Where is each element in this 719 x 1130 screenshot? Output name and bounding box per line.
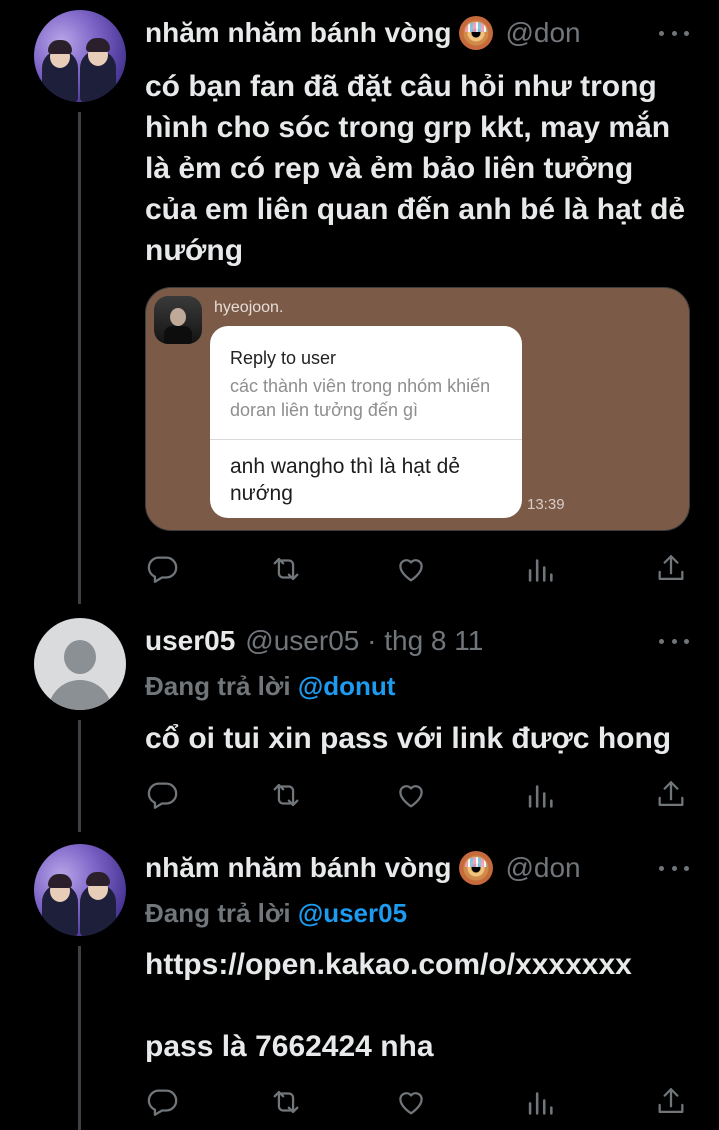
tweet-header: nhăm nhăm bánh vòng @don [145,850,689,886]
tweet-text: có bạn fan đã đặt câu hỏi như trong hình… [145,70,694,267]
replying-to: Đang trả lời @donut [145,671,395,702]
donut-emoji-icon [459,16,494,50]
more-options-icon[interactable] [659,864,689,872]
reply-title: Reply to user [230,348,337,368]
chat-sender-name: hyeojoon. [214,299,284,316]
avatar[interactable] [34,10,126,102]
chat-answer: anh wangho thì là hạt dẻ nướng [230,455,461,505]
thread-line [78,720,81,832]
tweet-1[interactable]: nhăm nhăm bánh vòng @don có bạn fan đã đ… [0,0,719,604]
chat-bubble: Reply to user các thành viên trong nhóm … [210,326,522,518]
display-name[interactable]: nhăm nhăm bánh vòng [145,17,451,49]
reply-icon[interactable] [145,778,179,812]
chat-timestamp: 13:39 [527,496,565,513]
mention-link[interactable]: @donut [298,671,396,701]
views-icon[interactable] [523,552,557,586]
views-icon[interactable] [523,1085,557,1119]
retweet-icon[interactable] [269,552,303,586]
like-icon[interactable] [394,778,428,812]
tweet-image-chat-screenshot[interactable]: hyeojoon. Reply to user các thành viên t… [145,287,690,531]
action-bar [145,1085,690,1121]
retweet-icon[interactable] [269,1085,303,1119]
tweet-2[interactable]: user05 @user05 · thg 8 11 Đang trả lời @… [0,600,719,832]
avatar[interactable] [34,618,126,710]
user-handle[interactable]: @user05 · thg 8 11 [245,625,483,657]
share-icon[interactable] [654,778,688,812]
tweet-header: nhăm nhăm bánh vòng @don [145,15,689,51]
thread-line [78,112,81,604]
bubble-divider [210,439,522,440]
tweet-3[interactable]: nhăm nhăm bánh vòng @don Đang trả lời @u… [0,830,719,1130]
donut-emoji-icon [459,851,494,885]
tweet-header: user05 @user05 · thg 8 11 [145,623,689,659]
action-bar [145,778,690,814]
mention-link[interactable]: @user05 [298,898,407,928]
chat-avatar [154,296,202,344]
views-icon[interactable] [523,778,557,812]
replying-to: Đang trả lời @user05 [145,898,407,929]
thread-line [78,946,81,1130]
retweet-icon[interactable] [269,778,303,812]
display-name[interactable]: nhăm nhăm bánh vòng [145,852,451,884]
action-bar [145,552,690,588]
avatar[interactable] [34,844,126,936]
display-name[interactable]: user05 [145,625,235,657]
quoted-question: các thành viên trong nhóm khiến doran li… [230,376,491,420]
tweet-text: cổ oi tui xin pass với link được hong [145,722,672,755]
more-options-icon[interactable] [659,637,689,645]
share-icon[interactable] [654,1085,688,1119]
reply-icon[interactable] [145,552,179,586]
more-options-icon[interactable] [659,29,689,37]
reply-icon[interactable] [145,1085,179,1119]
user-handle[interactable]: @don [505,17,580,49]
replying-prefix: Đang trả lời [145,898,298,928]
replying-prefix: Đang trả lời [145,671,298,701]
user-handle[interactable]: @don [505,852,580,884]
tweet-text: https://open.kakao.com/o/xxxxxxx pass là… [145,948,632,1063]
like-icon[interactable] [394,1085,428,1119]
like-icon[interactable] [394,552,428,586]
share-icon[interactable] [654,552,688,586]
